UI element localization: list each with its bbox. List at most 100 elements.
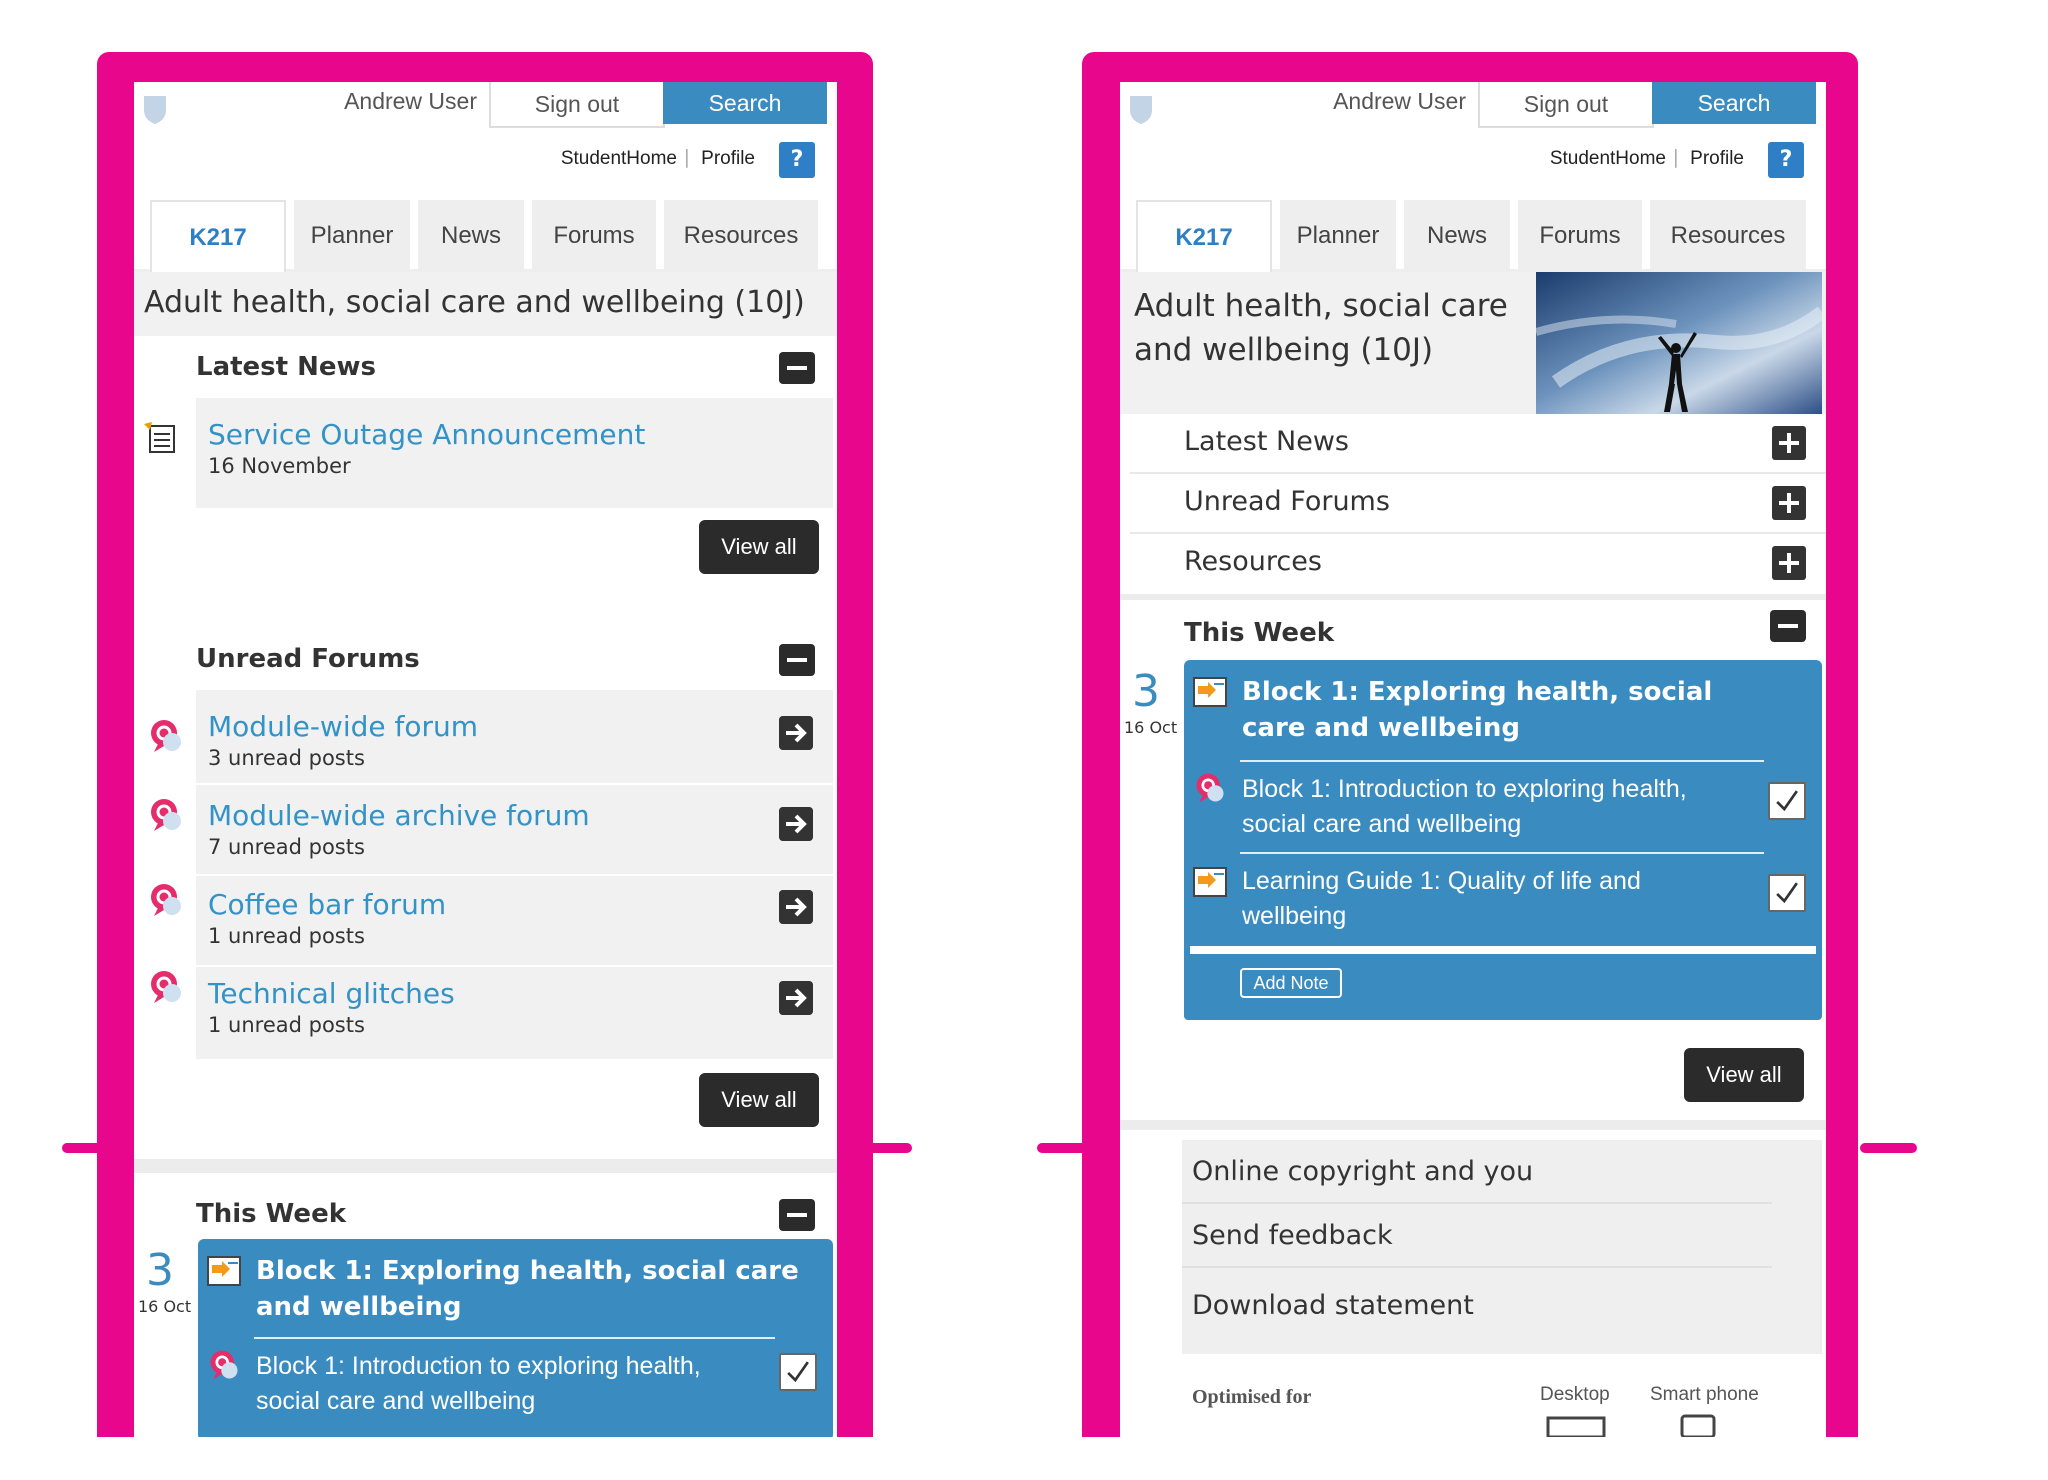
module-header: Adult health, social care and wellbeing … (1120, 272, 1826, 414)
unread-forums-section[interactable]: Unread Forums (1130, 474, 1826, 534)
smartphone-option[interactable]: Smart phone (1650, 1384, 1759, 1406)
section-title: Resources (1184, 546, 1322, 577)
sign-out-button[interactable]: Sign out (1478, 82, 1654, 128)
frame-connector (1860, 1143, 1917, 1153)
footer-link-label[interactable]: Online copyright and you (1192, 1156, 1533, 1187)
expand-button[interactable] (1772, 546, 1806, 580)
activity-link[interactable]: Block 1: Introduction to exploring healt… (1242, 775, 1687, 838)
optimised-for-label: Optimised for (1192, 1386, 1312, 1408)
forum-link[interactable]: Module-wide archive forum (208, 799, 590, 832)
tab-news[interactable]: News (1404, 200, 1510, 272)
tab-forums[interactable]: Forums (532, 200, 656, 272)
forum-row[interactable]: Module-wide archive forum 7 unread posts (151, 785, 833, 876)
tab-k217[interactable]: K217 (150, 200, 286, 272)
tab-k217[interactable]: K217 (1136, 200, 1272, 272)
search-button[interactable]: Search (663, 82, 827, 124)
view-all-row: View all (1120, 1020, 1826, 1120)
sub-links: StudentHome | Profile ? (134, 132, 837, 192)
news-item: Service Outage Announcement 16 November (144, 398, 833, 508)
view-all-button[interactable]: View all (699, 520, 819, 574)
section-title: Latest News (1184, 426, 1349, 457)
week-content: Block 1: Exploring health, social care a… (1184, 660, 1822, 1020)
module-title-line: and wellbeing (10J) (1134, 332, 1434, 368)
search-button[interactable]: Search (1652, 82, 1816, 124)
week-number: 3 (146, 1245, 174, 1296)
desktop-option[interactable]: Desktop (1540, 1384, 1610, 1406)
footer-link[interactable]: Download statement (1182, 1268, 1772, 1348)
help-button[interactable]: ? (1768, 142, 1804, 178)
this-week-header: This Week (1120, 600, 1826, 660)
frame-connector (1037, 1143, 1091, 1153)
collapse-button[interactable] (779, 644, 815, 676)
arrow-right-icon[interactable] (779, 807, 813, 841)
block-title[interactable]: Block 1: Exploring health, social care a… (198, 1239, 833, 1325)
view-all-button[interactable]: View all (699, 1073, 819, 1127)
tab-planner[interactable]: Planner (1280, 200, 1396, 272)
latest-news-header: Latest News (134, 336, 837, 398)
tab-bar: K217 Planner News Forums Resources (134, 192, 837, 272)
activity-link[interactable]: Block 1: Introduction to exploring healt… (256, 1352, 701, 1415)
arrow-right-icon[interactable] (779, 890, 813, 924)
arrow-right-icon[interactable] (779, 716, 813, 750)
footer-link-label[interactable]: Download statement (1192, 1290, 1474, 1321)
forum-icon (151, 884, 181, 916)
user-name: Andrew User (344, 88, 477, 114)
forum-row[interactable]: Technical glitches 1 unread posts (151, 967, 833, 1059)
forum-link[interactable]: Technical glitches (208, 977, 455, 1010)
tab-forums[interactable]: Forums (1518, 200, 1642, 272)
sub-links: StudentHome | Profile ? (1120, 132, 1826, 192)
smartphone-icon[interactable] (1680, 1414, 1716, 1437)
desktop-icon[interactable] (1546, 1416, 1606, 1437)
section-title: This Week (196, 1199, 346, 1229)
activity-item[interactable]: Block 1: Introduction to exploring healt… (198, 1339, 833, 1429)
checkbox-checked-icon[interactable] (779, 1353, 817, 1391)
module-photo (1536, 272, 1822, 414)
week-block: 3 16 Oct Block 1: Exploring health, soci… (1120, 660, 1826, 1020)
activity-item[interactable]: Learning Guide 1: Quality of life and we… (1184, 854, 1822, 944)
forum-unread-count: 1 unread posts (208, 924, 365, 948)
expand-button[interactable] (1772, 486, 1806, 520)
link-separator: | (683, 146, 690, 168)
view-all-button[interactable]: View all (1684, 1048, 1804, 1102)
forum-row[interactable]: Module-wide forum 3 unread posts (151, 694, 833, 785)
week-date: 16 Oct (1124, 718, 1178, 737)
collapse-button[interactable] (779, 1199, 815, 1231)
help-button[interactable]: ? (779, 142, 815, 178)
profile-link[interactable]: Profile (701, 148, 755, 170)
collapse-button[interactable] (779, 352, 815, 384)
arrow-right-icon[interactable] (779, 981, 813, 1015)
week-number: 3 (1132, 666, 1160, 717)
block-title[interactable]: Block 1: Exploring health, social care a… (1184, 660, 1822, 746)
collapse-button[interactable] (1770, 610, 1806, 642)
add-note-button[interactable]: Add Note (1240, 968, 1342, 998)
studenthome-link[interactable]: StudentHome (561, 148, 677, 170)
section-title: This Week (1184, 618, 1334, 648)
checkbox-checked-icon[interactable] (1768, 874, 1806, 912)
sign-out-button[interactable]: Sign out (489, 82, 665, 128)
forum-icon (151, 799, 181, 831)
resources-section[interactable]: Resources (1130, 534, 1826, 594)
footer-link[interactable]: Send feedback (1182, 1204, 1772, 1268)
forum-link[interactable]: Coffee bar forum (208, 888, 446, 921)
news-link[interactable]: Service Outage Announcement (208, 418, 645, 451)
top-bar: Andrew User Sign out Search (1120, 82, 1826, 132)
forum-row[interactable]: Coffee bar forum 1 unread posts (151, 876, 833, 967)
tab-planner[interactable]: Planner (294, 200, 410, 272)
forum-link[interactable]: Module-wide forum (208, 710, 478, 743)
checkbox-checked-icon[interactable] (1768, 782, 1806, 820)
studenthome-link[interactable]: StudentHome (1550, 148, 1666, 170)
latest-news-section[interactable]: Latest News (1130, 414, 1826, 474)
tab-resources[interactable]: Resources (1650, 200, 1806, 272)
profile-link[interactable]: Profile (1690, 148, 1744, 170)
expand-button[interactable] (1772, 426, 1806, 460)
tab-resources[interactable]: Resources (664, 200, 818, 272)
section-title: Unread Forums (1184, 486, 1390, 517)
progress-bar (1190, 946, 1816, 954)
activity-item[interactable]: Block 1: Introduction to exploring healt… (1184, 762, 1822, 852)
module-title: Adult health, social care and wellbeing … (134, 272, 837, 336)
unread-forums-header: Unread Forums (134, 628, 837, 690)
footer-link[interactable]: Online copyright and you (1182, 1140, 1772, 1204)
footer-link-label[interactable]: Send feedback (1192, 1220, 1393, 1251)
tab-news[interactable]: News (418, 200, 524, 272)
activity-link[interactable]: Learning Guide 1: Quality of life and we… (1242, 867, 1641, 930)
